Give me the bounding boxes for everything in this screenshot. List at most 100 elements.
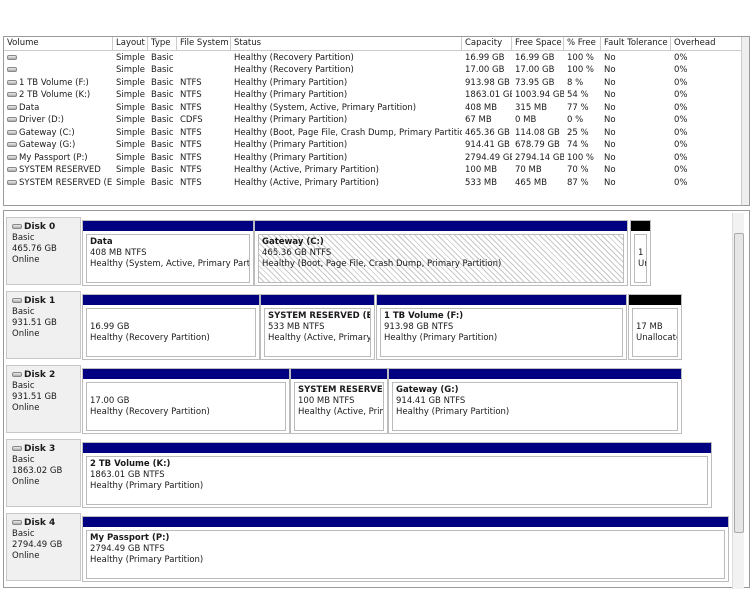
column-header-free-space[interactable]: Free Space xyxy=(512,37,564,51)
volume-list[interactable]: Volume Layout Type File System Status Capacit… xyxy=(3,36,750,206)
partition[interactable]: Gateway (G:) 914.41 GB NTFS Healthy (Prima… xyxy=(388,368,682,434)
partition[interactable]: Gateway (C:) 465.36 GB NTFS Healthy (Boot,… xyxy=(254,220,628,286)
table-row[interactable]: SYSTEM RESERVED (E:) Simple Basic NTFS Healt… xyxy=(4,177,742,190)
partition-details: 1 TB Volume (F:) 913.98 GB NTFS Healthy (P… xyxy=(380,308,623,357)
cell-text: 16.99 GB xyxy=(515,53,555,63)
cell-file-system: CDFS xyxy=(177,114,231,127)
cell-text: Simple xyxy=(116,115,146,126)
table-row[interactable]: Gateway (C:) Simple Basic NTFS Healthy (Boot… xyxy=(4,127,742,140)
partition[interactable]: 16.99 GB Healthy (Recovery Partition) xyxy=(82,294,260,360)
disk-name: Disk 3 xyxy=(24,444,56,454)
cell-status: Healthy (Primary Partition) xyxy=(231,77,462,90)
cell-overhead: 0% xyxy=(671,102,743,115)
cell--free: 100 % xyxy=(564,152,601,165)
cell-text: No xyxy=(604,152,616,163)
partition-bar xyxy=(83,517,728,527)
partition[interactable]: My Passport (P:) 2794.49 GB NTFS Healthy (… xyxy=(82,516,729,582)
cell-text: Basic xyxy=(151,127,174,138)
column-header-file-system[interactable]: File System xyxy=(177,37,231,51)
cell-text: Basic xyxy=(151,152,174,163)
cell-overhead: 0% xyxy=(671,52,743,65)
unallocated-space[interactable]: 17 MBUnallocated xyxy=(628,294,682,360)
cell-text: 315 MB xyxy=(515,102,548,113)
cell-type: Basic xyxy=(148,52,177,65)
partition-bar xyxy=(629,295,681,305)
partition[interactable]: 1 TB Volume (F:) 913.98 GB NTFS Healthy (P… xyxy=(376,294,627,360)
cell-fault-tolerance: No xyxy=(601,114,671,127)
partition-size: 2794.49 GB NTFS xyxy=(90,544,165,554)
cell-text: Simple xyxy=(116,65,146,76)
table-row[interactable]: 1 TB Volume (F:) Simple Basic NTFS Healthy (… xyxy=(4,77,742,90)
cell-free-space: 114.08 GB xyxy=(512,127,564,140)
cell-volume: Driver (D:) xyxy=(4,114,113,127)
disk-label[interactable]: Disk 2 Basic 931.51 GB Online xyxy=(6,365,81,433)
cell-free-space: 465 MB xyxy=(512,177,564,190)
partition-status: Unallocated xyxy=(636,333,677,343)
table-row[interactable]: SYSTEM RESERVED Simple Basic NTFS Healthy (A… xyxy=(4,164,742,177)
partition[interactable]: SYSTEM RESERVED (E:) 533 MB NTFS Healthy (… xyxy=(260,294,375,360)
partition[interactable]: 2 TB Volume (K:) 1863.01 GB NTFS Healthy (… xyxy=(82,442,712,508)
cell-fault-tolerance: No xyxy=(601,77,671,90)
column-header-capacity[interactable]: Capacity xyxy=(462,37,512,51)
column-header-volume[interactable]: Volume xyxy=(4,37,113,51)
partition-bar xyxy=(377,295,626,305)
table-row[interactable]: Gateway (G:) Simple Basic NTFS Healthy (Prim… xyxy=(4,139,742,152)
partition-bar xyxy=(389,369,681,379)
cell-text: Basic xyxy=(151,77,174,88)
cell-text: 0 MB xyxy=(515,115,537,126)
column-header-status[interactable]: Status xyxy=(231,37,462,51)
partition-name: SYSTEM RESERVED (E:) xyxy=(268,311,371,321)
scrollbar-thumb[interactable] xyxy=(734,233,744,533)
cell-layout: Simple xyxy=(113,64,148,77)
cell-text: 2 TB Volume (K:) xyxy=(19,90,91,101)
cell-layout: Simple xyxy=(113,52,148,65)
disk-label[interactable]: Disk 3 Basic 1863.02 GB Online xyxy=(6,439,81,507)
volume-icon xyxy=(7,79,17,85)
partition[interactable]: Data 408 MB NTFS Healthy (System, Active, … xyxy=(82,220,254,286)
partition[interactable]: SYSTEM RESERVED 100 MB NTFS Healthy (Activ… xyxy=(290,368,388,434)
column-header--free[interactable]: % Free xyxy=(564,37,601,51)
cell-type: Basic xyxy=(148,89,177,102)
disk-icon xyxy=(12,372,22,377)
column-header-overhead[interactable]: Overhead xyxy=(671,37,743,51)
cell-status: Healthy (Primary Partition) xyxy=(231,114,462,127)
table-row[interactable]: 2 TB Volume (K:) Simple Basic NTFS Healthy (… xyxy=(4,89,742,102)
table-row[interactable]: Simple Basic Healthy (Recovery Partition) 1… xyxy=(4,64,742,77)
unallocated-space[interactable]: 1 MBUnallocated xyxy=(630,220,651,286)
cell-volume: Gateway (C:) xyxy=(4,127,113,140)
partition-size: 533 MB NTFS xyxy=(268,322,325,332)
disk-type: Basic xyxy=(12,307,35,317)
partition-status: Healthy (Primary Partition) xyxy=(90,555,204,565)
column-header-type[interactable]: Type xyxy=(148,37,177,51)
column-header-layout[interactable]: Layout xyxy=(113,37,148,51)
disk-label[interactable]: Disk 1 Basic 931.51 GB Online xyxy=(6,291,81,359)
partition-size: 100 MB NTFS xyxy=(298,396,355,406)
cell-text: No xyxy=(604,77,616,88)
cell-volume xyxy=(4,52,113,65)
cell-file-system: NTFS xyxy=(177,77,231,90)
partition[interactable]: 17.00 GB Healthy (Recovery Partition) xyxy=(82,368,290,434)
volume-list-scrollbar[interactable] xyxy=(741,37,749,205)
cell-free-space: 70 MB xyxy=(512,164,564,177)
disk-view-scrollbar[interactable] xyxy=(732,213,744,589)
cell-status: Healthy (System, Active, Primary Partiti… xyxy=(231,102,462,115)
cell-type: Basic xyxy=(148,102,177,115)
disk-name: Disk 2 xyxy=(24,370,56,380)
disk-label[interactable]: Disk 4 Basic 2794.49 GB Online xyxy=(6,513,81,581)
table-row[interactable]: Driver (D:) Simple Basic CDFS Healthy (Prima… xyxy=(4,114,742,127)
disk-label[interactable]: Disk 0 Basic 465.76 GB Online xyxy=(6,217,81,285)
cell-layout: Simple xyxy=(113,164,148,177)
cell-layout: Simple xyxy=(113,77,148,90)
cell-text: 17.00 GB xyxy=(465,65,505,76)
table-row[interactable]: My Passport (P:) Simple Basic NTFS Healthy (… xyxy=(4,152,742,165)
cell-overhead: 0% xyxy=(671,177,743,190)
disk-type: Basic xyxy=(12,529,35,539)
cell-volume xyxy=(4,64,113,77)
cell-overhead: 0% xyxy=(671,114,743,127)
partition-name xyxy=(90,385,282,396)
table-row[interactable]: Data Simple Basic NTFS Healthy (System, Acti… xyxy=(4,102,742,115)
cell-text: 1003.94 GB xyxy=(515,90,564,101)
table-row[interactable]: Simple Basic Healthy (Recovery Partition) 1… xyxy=(4,52,742,65)
column-header-fault-tolerance[interactable]: Fault Tolerance xyxy=(601,37,671,51)
cell-text: NTFS xyxy=(180,127,202,138)
